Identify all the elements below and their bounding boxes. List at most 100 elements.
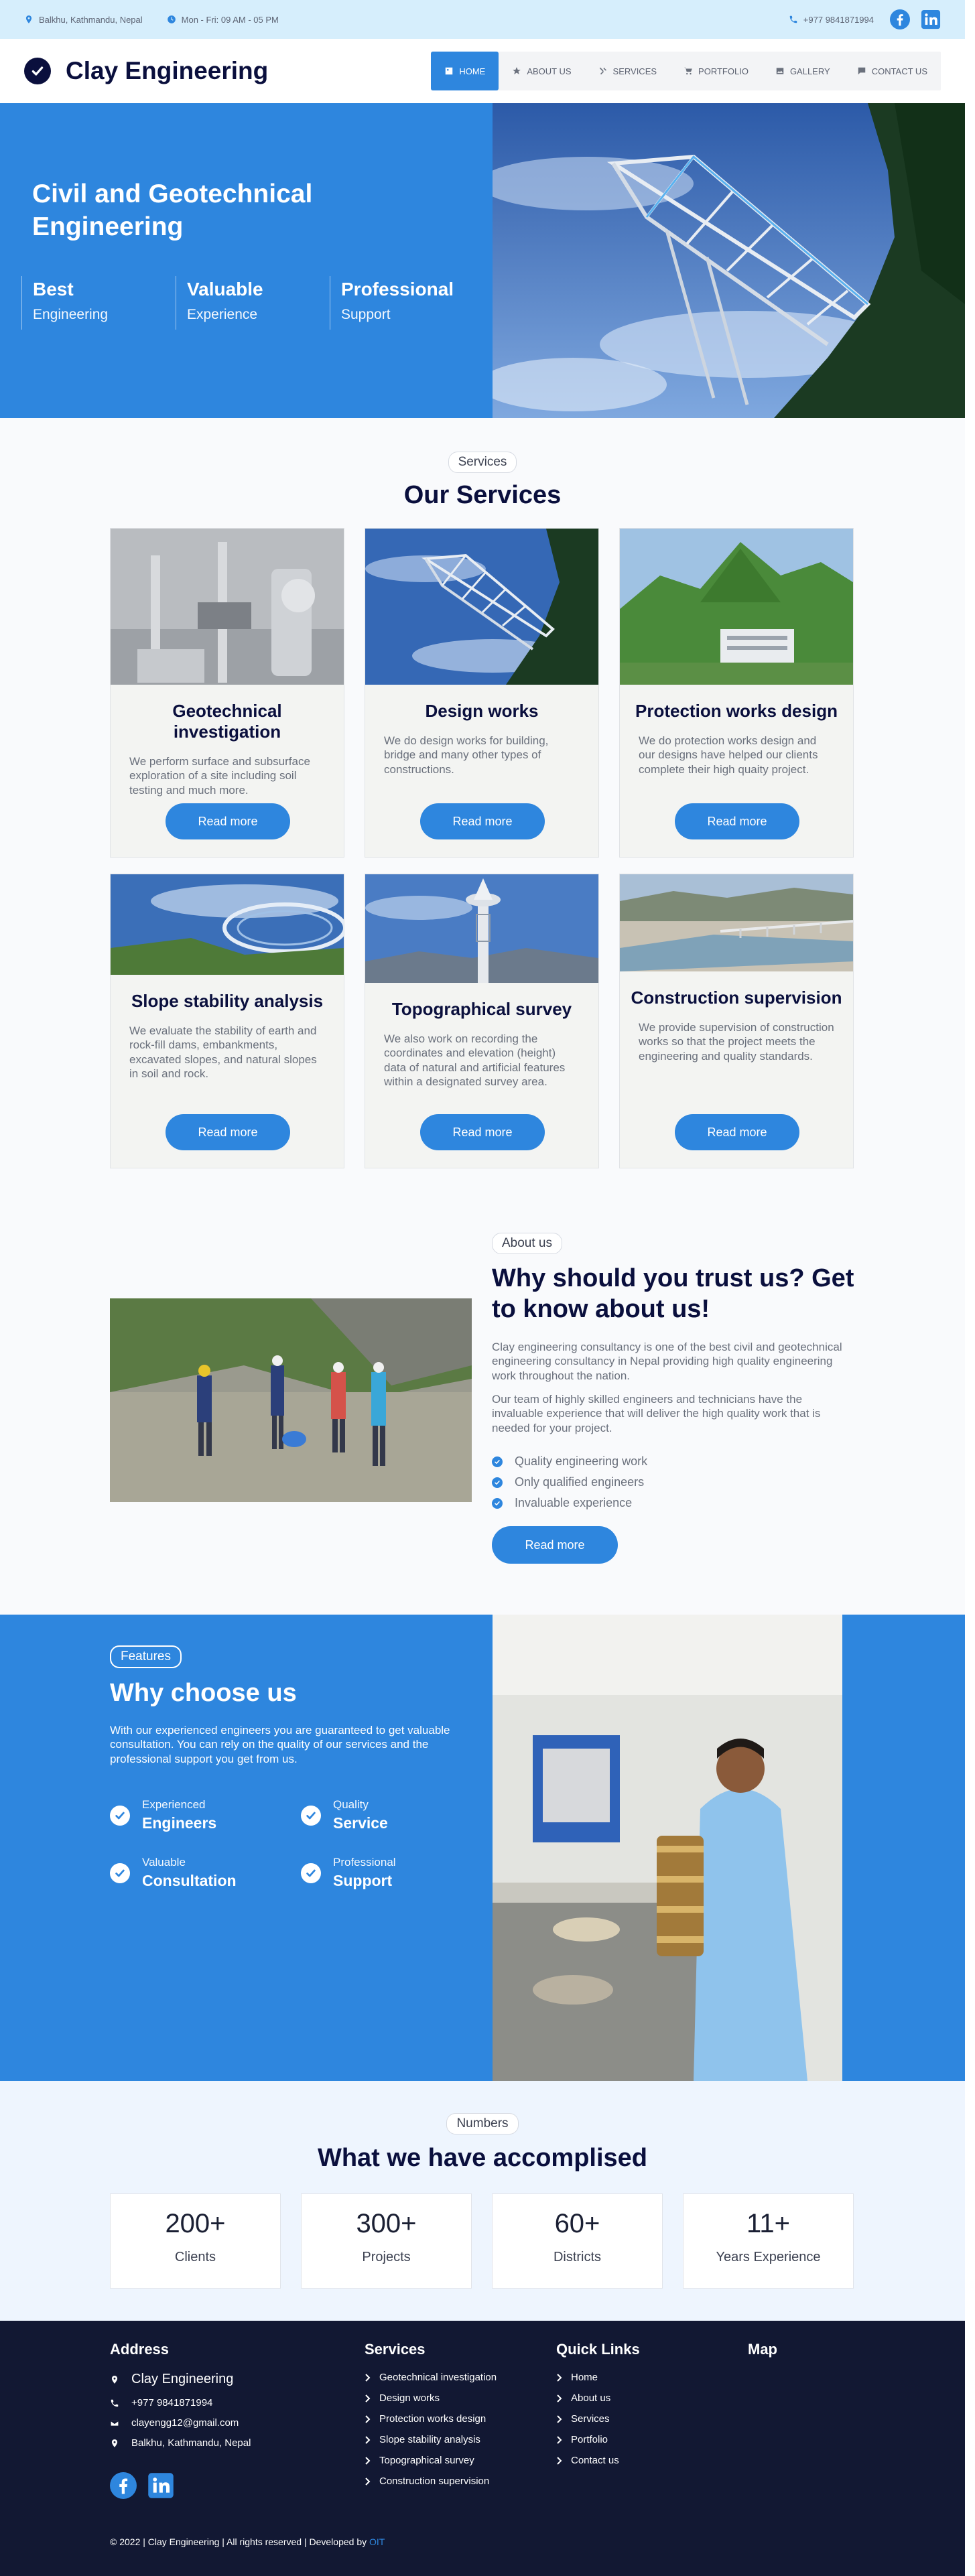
footer-quick-label: Home: [571, 2372, 598, 2383]
service-image-view-tower: [365, 874, 598, 983]
linkedin-icon[interactable]: [921, 9, 941, 29]
check-circle-icon: [301, 1862, 321, 1883]
features-image-lab-technician: [493, 1615, 842, 2081]
numbers-pill-wrap: Numbers: [0, 2113, 965, 2134]
footer-quick-link[interactable]: Home: [556, 2372, 598, 2383]
features-section: Features Why choose us With our experien…: [0, 1615, 965, 2081]
read-more-button[interactable]: Read more: [166, 1114, 290, 1150]
feature-title: Support: [333, 1872, 393, 1889]
stat-value: 60+: [554, 2209, 600, 2238]
footer-quick-link[interactable]: Contact us: [556, 2455, 619, 2466]
features-pill: Features: [110, 1645, 182, 1668]
about-read-more-button[interactable]: Read more: [492, 1526, 618, 1564]
stat-label: Years Experience: [716, 2250, 821, 2264]
location-pin-icon: [111, 2439, 118, 2447]
service-image-skywalk: [365, 529, 598, 685]
hero-feature-subtitle: Engineering: [33, 307, 109, 322]
check-logo-icon: [24, 58, 51, 84]
chevron-right-icon: [365, 2374, 371, 2382]
feature-title: Engineers: [142, 1814, 217, 1832]
about-list-item: Quality engineering work: [492, 1451, 647, 1472]
footer-service-link[interactable]: Slope stability analysis: [365, 2434, 480, 2445]
chevron-right-icon: [365, 2457, 371, 2465]
hero-feature: Valuable Experience: [176, 276, 330, 330]
brand-logo[interactable]: Clay Engineering: [24, 57, 268, 85]
service-description: We also work on recording the coordinate…: [384, 1032, 566, 1088]
footer-copyright: © 2022 | Clay Engineering | All rights r…: [110, 2536, 385, 2547]
stat-card: 60+ Districts: [492, 2193, 663, 2289]
footer-service-link[interactable]: Construction supervision: [365, 2476, 489, 2487]
nav-gallery[interactable]: GALLERY: [762, 52, 844, 90]
about-section: About us Why should you trust us? Get to…: [0, 1182, 965, 1615]
footer-email[interactable]: clayengg12@gmail.com: [110, 2417, 239, 2429]
stat-card: 200+ Clients: [110, 2193, 281, 2289]
stat-card: 300+ Projects: [301, 2193, 472, 2289]
feature-title: Consultation: [142, 1872, 237, 1889]
chevron-right-icon: [365, 2436, 371, 2444]
phone-text: +977 9841871994: [803, 14, 874, 25]
services-pill: Services: [448, 452, 517, 473]
nav-gallery-label: GALLERY: [789, 66, 830, 76]
developer-link[interactable]: OIT: [369, 2536, 385, 2547]
hero-features: Best Engineering Valuable Experience Pro…: [21, 276, 484, 330]
brand-name: Clay Engineering: [66, 57, 269, 84]
about-paragraph: Clay engineering consultancy is one of t…: [492, 1341, 842, 1382]
chevron-right-icon: [556, 2374, 563, 2382]
footer-quick-link[interactable]: Services: [556, 2413, 610, 2425]
footer-quick-link[interactable]: About us: [556, 2392, 610, 2404]
read-more-button[interactable]: Read more: [420, 1114, 545, 1150]
chat-icon: [858, 67, 865, 75]
nav-services[interactable]: SERVICES: [585, 52, 671, 90]
read-more-button[interactable]: Read more: [166, 803, 290, 839]
check-circle-icon: [492, 1497, 503, 1509]
main-nav: HOME ABOUT US SERVICES PORTFOLIO GALLERY…: [431, 52, 941, 90]
service-title: Geotechnical investigation: [172, 701, 282, 742]
chevron-right-icon: [365, 2415, 371, 2423]
facebook-icon[interactable]: [110, 2472, 137, 2499]
star-icon: [513, 67, 521, 74]
service-title: Slope stability analysis: [131, 991, 324, 1011]
footer-service-label: Geotechnical investigation: [379, 2372, 497, 2383]
services-section: Services Our Services Geotechnical inves…: [0, 418, 965, 1182]
service-title: Design works: [425, 701, 539, 721]
footer-location-text: Balkhu, Kathmandu, Nepal: [131, 2437, 251, 2449]
about-pill-wrap: About us: [492, 1233, 562, 1254]
nav-portfolio[interactable]: PORTFOLIO: [670, 52, 762, 90]
address-info: Balkhu, Kathmandu, Nepal: [24, 15, 143, 25]
service-card: Protection works design We do protection…: [619, 528, 854, 858]
footer-service-link[interactable]: Geotechnical investigation: [365, 2372, 497, 2383]
footer-phone[interactable]: +977 9841871994: [110, 2397, 212, 2409]
footer-phone-text: +977 9841871994: [131, 2397, 213, 2409]
read-more-button[interactable]: Read more: [420, 803, 545, 839]
chevron-right-icon: [556, 2415, 563, 2423]
nav-contact[interactable]: CONTACT US: [844, 52, 941, 90]
nav-home[interactable]: HOME: [431, 52, 499, 90]
linkedin-icon[interactable]: [147, 2472, 174, 2499]
hero-feature: Best Engineering: [21, 276, 176, 330]
footer-quick-link[interactable]: Portfolio: [556, 2434, 608, 2445]
hero-feature: Professional Support: [330, 276, 484, 330]
clock-icon: [167, 15, 176, 23]
nav-about[interactable]: ABOUT US: [499, 52, 584, 90]
read-more-button[interactable]: Read more: [675, 803, 799, 839]
site-footer: Address Clay Engineering +977 9841871994…: [0, 2321, 965, 2576]
about-pill: About us: [492, 1233, 562, 1254]
numbers-heading: What we have accomplised: [317, 2144, 648, 2172]
facebook-icon[interactable]: [890, 9, 910, 29]
phone-icon: [789, 15, 797, 23]
service-image-river-bridge: [620, 874, 853, 971]
about-list-item: Only qualified engineers: [492, 1472, 647, 1493]
check-circle-icon: [492, 1477, 503, 1488]
chevron-right-icon: [556, 2394, 563, 2402]
service-description: We provide supervision of construction w…: [639, 1021, 834, 1063]
footer-service-link[interactable]: Topographical survey: [365, 2455, 474, 2466]
footer-service-link[interactable]: Protection works design: [365, 2413, 486, 2425]
home-icon: [446, 67, 453, 75]
address-text: Balkhu, Kathmandu, Nepal: [39, 14, 143, 25]
services-pill-wrap: Services: [0, 452, 965, 473]
footer-service-label: Topographical survey: [379, 2455, 474, 2466]
phone-info[interactable]: +977 9841871994: [789, 15, 874, 25]
footer-service-link[interactable]: Design works: [365, 2392, 440, 2404]
read-more-button[interactable]: Read more: [675, 1114, 799, 1150]
service-card: Topographical survey We also work on rec…: [365, 874, 599, 1168]
